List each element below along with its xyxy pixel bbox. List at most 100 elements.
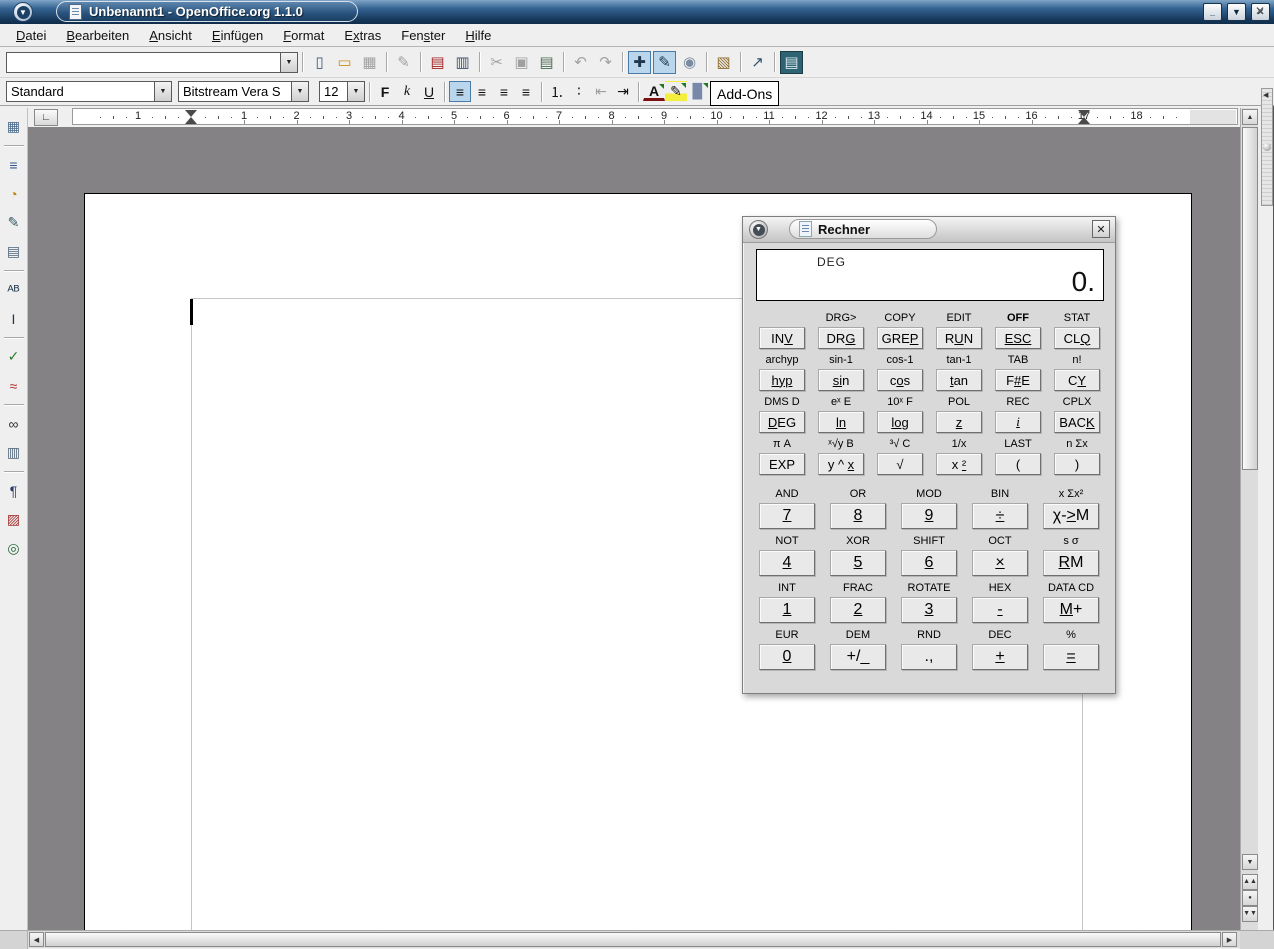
decrease-indent-button[interactable]: ⇤ <box>590 81 612 102</box>
edit-file-icon[interactable]: ✎ <box>392 51 415 74</box>
calc-key-key[interactable]: ÷ <box>972 503 1028 529</box>
combo-dropdown-icon[interactable]: ▼ <box>280 53 297 72</box>
align-justified-button[interactable]: ≡ <box>515 81 537 102</box>
nonprinting-characters-icon[interactable]: ¶ <box>2 479 25 502</box>
imagemap-icon[interactable]: ↗ <box>746 51 769 74</box>
font-color-button[interactable]: A <box>643 82 665 101</box>
online-layout-icon[interactable]: ◎ <box>2 537 25 560</box>
data-sources-icon[interactable]: ▥ <box>2 441 25 464</box>
add-ons-icon[interactable]: ▤ <box>780 51 803 74</box>
calc-key-exp[interactable]: EXP <box>759 453 805 475</box>
stylist-icon[interactable]: ✎ <box>653 51 676 74</box>
maximize-button[interactable]: ▼ <box>1227 3 1246 21</box>
calc-key-key[interactable]: × <box>972 550 1028 576</box>
menu-fenster[interactable]: Fenster <box>391 26 455 45</box>
menu-extras[interactable]: Extras <box>334 26 391 45</box>
calc-key-6[interactable]: 6 <box>901 550 957 576</box>
horizontal-scroll-thumb[interactable] <box>45 932 1221 947</box>
calc-key-log[interactable]: log <box>877 411 923 433</box>
paragraph-background-button[interactable]: ▉ <box>687 81 709 102</box>
calc-key-m[interactable]: χ->M <box>1043 503 1099 529</box>
tab-type-selector[interactable]: ∟ <box>34 109 58 126</box>
draw-functions-icon[interactable]: ✎ <box>2 211 25 234</box>
calc-key-clq[interactable]: CLQ <box>1054 327 1100 349</box>
export-pdf-icon[interactable]: ▤ <box>426 51 449 74</box>
right-dock-strip[interactable]: ◀ <box>1261 88 1273 206</box>
menu-format[interactable]: Format <box>273 26 334 45</box>
combo-dropdown-icon[interactable]: ▼ <box>154 82 171 101</box>
calc-key-8[interactable]: 8 <box>830 503 886 529</box>
dialog-close-button[interactable]: ✕ <box>1092 220 1110 238</box>
paste-icon[interactable]: ▤ <box>535 51 558 74</box>
scroll-down-icon[interactable]: ▼ <box>1242 854 1258 870</box>
calc-key-9[interactable]: 9 <box>901 503 957 529</box>
print-icon[interactable]: ▥ <box>451 51 474 74</box>
graphics-onoff-icon[interactable]: ▨ <box>2 508 25 531</box>
document-close-icon[interactable]: ✕ <box>1252 3 1268 19</box>
calc-key-key[interactable]: ., <box>901 644 957 670</box>
calc-key-0[interactable]: 0 <box>759 644 815 670</box>
calc-key-hyp[interactable]: hyp <box>759 369 805 391</box>
dialog-menu-button[interactable]: ▼ <box>749 220 768 239</box>
undo-icon[interactable]: ↶ <box>569 51 592 74</box>
calc-key-inv[interactable]: INV <box>759 327 805 349</box>
calc-key-back[interactable]: BACK <box>1054 411 1100 433</box>
insert-table-icon[interactable]: ▦ <box>2 115 25 138</box>
bold-button[interactable]: F <box>374 81 396 102</box>
calc-key-key[interactable]: ( <box>995 453 1041 475</box>
calculator-titlebar[interactable]: ▼ Rechner ✕ <box>743 217 1115 243</box>
calc-key-key[interactable]: +/_ <box>830 644 886 670</box>
paragraph-style-combo[interactable]: Standard ▼ <box>6 81 172 102</box>
grip-knob[interactable] <box>1263 143 1271 151</box>
save-icon[interactable]: ▦ <box>358 51 381 74</box>
autotext-icon[interactable]: ᴬᴮ <box>2 278 25 301</box>
minimize-button[interactable]: _ <box>1203 3 1222 21</box>
calc-key-7[interactable]: 7 <box>759 503 815 529</box>
menu-hilfe[interactable]: Hilfe <box>455 26 501 45</box>
underline-button[interactable]: U <box>418 81 440 102</box>
calc-key-sin[interactable]: sin <box>818 369 864 391</box>
collapse-left-icon[interactable]: ◀ <box>1263 91 1268 99</box>
calc-key-key[interactable]: = <box>1043 644 1099 670</box>
calc-key-key[interactable]: √ <box>877 453 923 475</box>
copy-icon[interactable]: ▣ <box>510 51 533 74</box>
font-name-combo[interactable]: Bitstream Vera S ▼ <box>178 81 309 102</box>
gallery-icon[interactable]: ▧ <box>712 51 735 74</box>
cut-icon[interactable]: ✂ <box>485 51 508 74</box>
calc-key-cos[interactable]: cos <box>877 369 923 391</box>
scroll-up-icon[interactable]: ▲ <box>1242 109 1258 125</box>
vertical-scrollbar[interactable]: ▲ ▼ ▲▲ ● ▼▼ <box>1240 108 1258 930</box>
scroll-left-icon[interactable]: ◀ <box>29 932 44 947</box>
calc-key-1[interactable]: 1 <box>759 597 815 623</box>
calc-key-5[interactable]: 5 <box>830 550 886 576</box>
direct-cursor-icon[interactable]: I <box>2 307 25 330</box>
align-left-button[interactable]: ≡ <box>449 81 471 102</box>
calc-key-3[interactable]: 3 <box>901 597 957 623</box>
calc-key-key[interactable]: ) <box>1054 453 1100 475</box>
calc-key-y-x[interactable]: y ^ x <box>818 453 864 475</box>
calc-key-2[interactable]: 2 <box>830 597 886 623</box>
combo-dropdown-icon[interactable]: ▼ <box>347 82 364 101</box>
window-menu-button[interactable]: ▼ <box>13 2 33 22</box>
calc-key-drg[interactable]: DRG <box>818 327 864 349</box>
menu-ansicht[interactable]: Ansicht <box>139 26 202 45</box>
scroll-right-icon[interactable]: ▶ <box>1222 932 1237 947</box>
open-icon[interactable]: ▭ <box>333 51 356 74</box>
calc-key-cy[interactable]: CY <box>1054 369 1100 391</box>
bullet-list-button[interactable]: ∶ <box>568 81 590 102</box>
calc-key-f-e[interactable]: F#E <box>995 369 1041 391</box>
url-combo[interactable]: ▼ <box>6 52 298 73</box>
calc-key-rm[interactable]: RM <box>1043 550 1099 576</box>
horizontal-scrollbar[interactable]: ◀ ▶ <box>0 930 1274 948</box>
insert-fields-icon[interactable]: ≡ <box>2 153 25 176</box>
combo-dropdown-icon[interactable]: ▼ <box>291 82 308 101</box>
align-center-button[interactable]: ≡ <box>471 81 493 102</box>
numbered-list-button[interactable]: ⒈ <box>546 81 568 102</box>
font-size-combo[interactable]: 12 ▼ <box>319 81 365 102</box>
calc-key-tan[interactable]: tan <box>936 369 982 391</box>
calc-key-i[interactable]: i <box>995 411 1041 433</box>
navigation-button[interactable]: ● <box>1242 890 1258 906</box>
menu-einf-gen[interactable]: Einfügen <box>202 26 273 45</box>
redo-icon[interactable]: ↷ <box>594 51 617 74</box>
menu-bearbeiten[interactable]: Bearbeiten <box>56 26 139 45</box>
